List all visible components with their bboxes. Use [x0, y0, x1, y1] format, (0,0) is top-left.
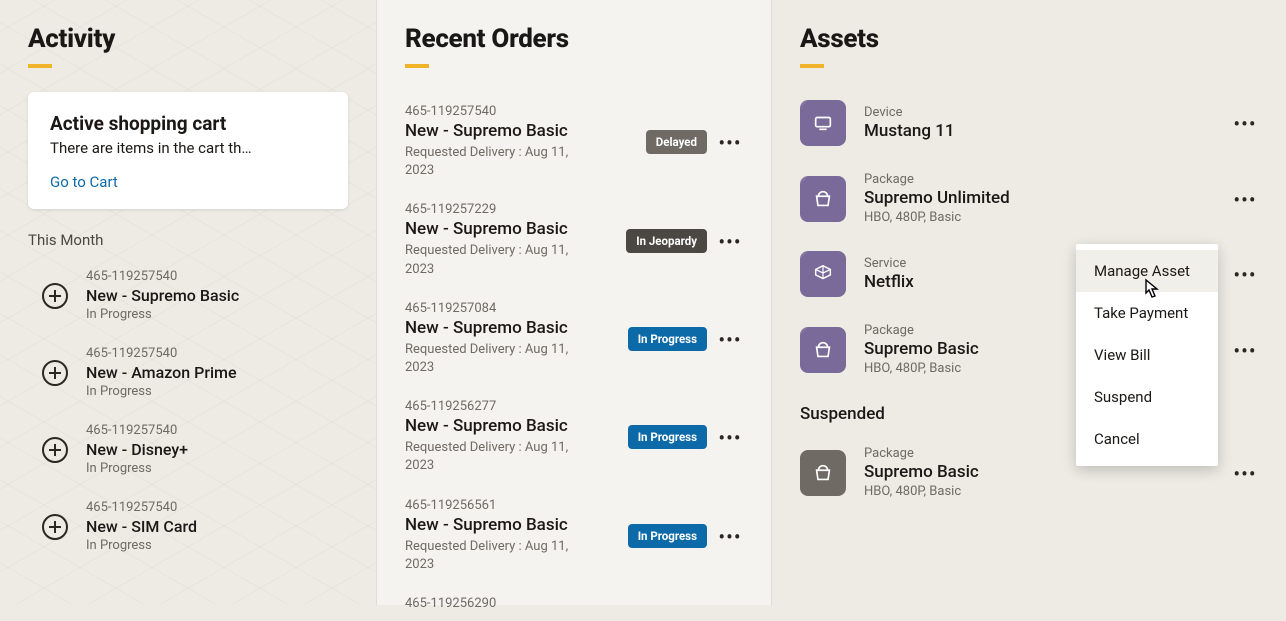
asset-type: Package — [864, 172, 1214, 187]
more-icon[interactable]: ••• — [717, 129, 743, 155]
menu-item-take-payment[interactable]: Take Payment — [1076, 292, 1218, 334]
package-icon — [800, 176, 846, 222]
asset-item: Package Supremo Unlimited HBO, 480P, Bas… — [800, 164, 1258, 243]
order-number: 465-119257540 — [405, 104, 636, 119]
orders-list: 465-119257540 New - Supremo Basic Reques… — [405, 92, 743, 621]
order-number: 465-119256561 — [405, 498, 618, 513]
activity-item[interactable]: 465-119257540 New - Supremo Basic In Pro… — [28, 259, 348, 336]
activity-group-label: This Month — [28, 231, 348, 249]
more-icon[interactable]: ••• — [717, 424, 743, 450]
activity-status: In Progress — [86, 461, 188, 476]
order-title: New - Supremo Basic — [405, 219, 616, 239]
device-icon — [800, 100, 846, 146]
cart-title: Active shopping cart — [50, 112, 326, 135]
asset-type: Device — [864, 105, 1214, 120]
menu-item-view-bill[interactable]: View Bill — [1076, 334, 1218, 376]
assets-title: Assets — [800, 24, 1258, 54]
order-item: 465-119257540 New - Supremo Basic Reques… — [405, 92, 743, 190]
title-underline — [800, 64, 824, 68]
activity-number: 465-119257540 — [86, 269, 239, 284]
active-cart-card: Active shopping cart There are items in … — [28, 92, 348, 209]
cart-subtitle: There are items in the cart th… — [50, 139, 326, 157]
asset-sub: HBO, 480P, Basic — [864, 210, 1214, 225]
menu-item-manage-asset[interactable]: Manage Asset — [1076, 250, 1218, 292]
package-icon — [800, 450, 846, 496]
order-item: 465-119256561 New - Supremo Basic Reques… — [405, 486, 743, 584]
status-badge: Delayed — [646, 130, 707, 154]
asset-sub: HBO, 480P, Basic — [864, 484, 1214, 499]
status-badge: In Jeopardy — [626, 229, 707, 253]
plus-circle-icon — [42, 360, 68, 386]
order-number: 465-119257229 — [405, 202, 616, 217]
activity-number: 465-119257540 — [86, 500, 197, 515]
activity-status: In Progress — [86, 307, 239, 322]
activity-title-text: New - Disney+ — [86, 440, 188, 459]
order-title: New - Supremo Basic — [405, 416, 618, 436]
order-subtitle: Requested Delivery : Aug 11, 2023 — [405, 144, 575, 180]
more-icon[interactable]: ••• — [1232, 337, 1258, 363]
asset-context-menu: Manage AssetTake PaymentView BillSuspend… — [1076, 244, 1218, 466]
orders-column: Recent Orders 465-119257540 New - Suprem… — [376, 0, 772, 605]
activity-status: In Progress — [86, 384, 237, 399]
service-icon — [800, 251, 846, 297]
order-subtitle: Requested Delivery : Aug 11, 2023 — [405, 242, 575, 278]
asset-name: Mustang 11 — [864, 121, 1214, 141]
title-underline — [405, 64, 429, 68]
plus-circle-icon — [42, 283, 68, 309]
more-icon[interactable]: ••• — [1232, 110, 1258, 136]
order-title: New - Supremo Basic — [405, 318, 618, 338]
order-subtitle: Requested Delivery : Aug 11, 2023 — [405, 341, 575, 377]
activity-number: 465-119257540 — [86, 346, 237, 361]
more-icon[interactable]: ••• — [1232, 186, 1258, 212]
menu-item-suspend[interactable]: Suspend — [1076, 376, 1218, 418]
title-underline — [28, 64, 52, 68]
more-icon[interactable]: ••• — [717, 326, 743, 352]
more-icon[interactable]: ••• — [1232, 460, 1258, 486]
status-badge: In Progress — [628, 524, 707, 548]
activity-status: In Progress — [86, 538, 197, 553]
order-number: 465-119257084 — [405, 301, 618, 316]
menu-item-cancel[interactable]: Cancel — [1076, 418, 1218, 460]
order-item: 465-119256277 New - Supremo Basic Reques… — [405, 387, 743, 485]
order-subtitle: Requested Delivery : Aug 11, 2023 — [405, 439, 575, 475]
order-item: 465-119256290 — [405, 584, 743, 621]
order-title: New - Supremo Basic — [405, 121, 636, 141]
activity-item[interactable]: 465-119257540 New - Disney+ In Progress — [28, 413, 348, 490]
order-subtitle: Requested Delivery : Aug 11, 2023 — [405, 538, 575, 574]
plus-circle-icon — [42, 514, 68, 540]
assets-column: Assets Device Mustang 11 ••• Package Sup… — [772, 0, 1286, 605]
order-number: 465-119256290 — [405, 596, 743, 611]
activity-title-text: New - SIM Card — [86, 517, 197, 536]
more-icon[interactable]: ••• — [717, 228, 743, 254]
order-item: 465-119257084 New - Supremo Basic Reques… — [405, 289, 743, 387]
order-number: 465-119256277 — [405, 399, 618, 414]
asset-name: Supremo Unlimited — [864, 188, 1214, 208]
status-badge: In Progress — [628, 327, 707, 351]
orders-title: Recent Orders — [405, 24, 743, 54]
activity-column: Activity Active shopping cart There are … — [0, 0, 376, 605]
more-icon[interactable]: ••• — [1232, 261, 1258, 287]
status-badge: In Progress — [628, 425, 707, 449]
package-icon — [800, 327, 846, 373]
plus-circle-icon — [42, 437, 68, 463]
activity-item[interactable]: 465-119257540 New - Amazon Prime In Prog… — [28, 336, 348, 413]
activity-title-text: New - Supremo Basic — [86, 286, 239, 305]
asset-item: Device Mustang 11 ••• — [800, 92, 1258, 164]
activity-number: 465-119257540 — [86, 423, 188, 438]
activity-item[interactable]: 465-119257540 New - SIM Card In Progress — [28, 490, 348, 567]
order-title: New - Supremo Basic — [405, 515, 618, 535]
go-to-cart-link[interactable]: Go to Cart — [50, 173, 118, 191]
more-icon[interactable]: ••• — [717, 523, 743, 549]
activity-list: 465-119257540 New - Supremo Basic In Pro… — [28, 259, 348, 567]
activity-title-text: New - Amazon Prime — [86, 363, 237, 382]
order-item: 465-119257229 New - Supremo Basic Reques… — [405, 190, 743, 288]
activity-title: Activity — [28, 24, 348, 54]
